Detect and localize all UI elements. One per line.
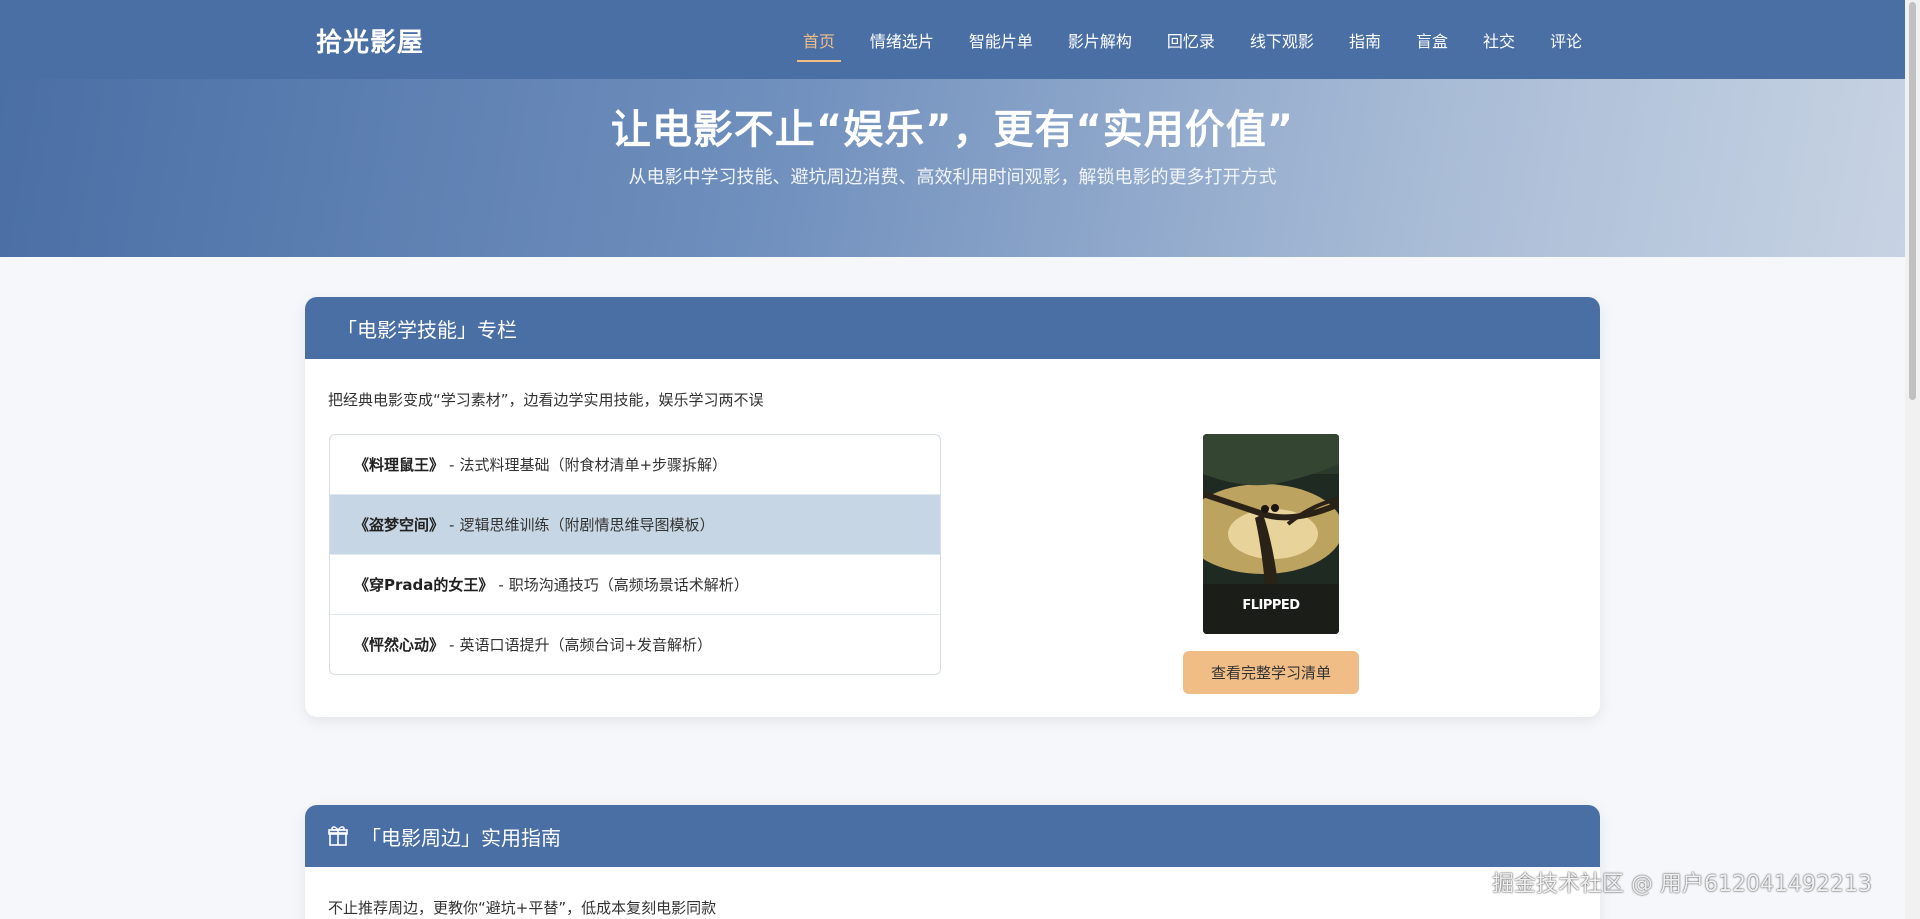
hero-banner: 让电影不止“娱乐”，更有“实用价值” 从电影中学习技能、避坑周边消费、高效利用时… [0, 79, 1905, 257]
skills-movie-list: 《料理鼠王》 - 法式料理基础（附食材清单+步骤拆解） 《盗梦空间》 - 逻辑思… [329, 434, 941, 675]
nav-social[interactable]: 社交 [1483, 28, 1515, 52]
view-study-list-button[interactable]: 查看完整学习清单 [1183, 651, 1359, 694]
nav-blind-box[interactable]: 盲盒 [1416, 28, 1448, 52]
nav-guide[interactable]: 指南 [1349, 28, 1381, 52]
movie-title: 《料理鼠王》 [354, 456, 445, 474]
list-item[interactable]: 《怦然心动》 - 英语口语提升（高频台词+发音解析） [330, 615, 940, 674]
nav-memoir[interactable]: 回忆录 [1167, 28, 1215, 52]
skills-card-description: 把经典电影变成“学习素材”，边看边学实用技能，娱乐学习两不误 [328, 391, 764, 409]
skills-card-header: 「电影学技能」专栏 [305, 297, 1600, 359]
skill-description: 职场沟通技巧（高频场景话术解析） [508, 576, 749, 594]
list-item[interactable]: 《料理鼠王》 - 法式料理基础（附食材清单+步骤拆解） [330, 435, 940, 495]
hero-title: 让电影不止“娱乐”，更有“实用价值” [610, 107, 1295, 153]
nav-home[interactable]: 首页 [796, 28, 841, 62]
movie-title: 《怦然心动》 [354, 636, 445, 654]
movie-title: 《穿Prada的女王》 [354, 576, 494, 594]
nav-smart-list[interactable]: 智能片单 [969, 28, 1033, 52]
page-scrollbar[interactable] [1905, 0, 1920, 919]
separator: - [449, 455, 455, 474]
movie-poster: FLIPPED [1203, 434, 1339, 634]
scrollbar-thumb[interactable] [1909, 2, 1916, 400]
nav-reviews[interactable]: 评论 [1550, 28, 1582, 52]
separator: - [498, 575, 504, 594]
poster-title: FLIPPED [1242, 598, 1300, 613]
separator: - [449, 515, 455, 534]
gift-icon [327, 825, 349, 847]
skills-card: 「电影学技能」专栏 把经典电影变成“学习素材”，边看边学实用技能，娱乐学习两不误… [305, 297, 1600, 717]
skills-card-title: 「电影学技能」专栏 [337, 317, 517, 342]
nav-film-analysis[interactable]: 影片解构 [1068, 28, 1132, 52]
skill-description: 法式料理基础（附食材清单+步骤拆解） [459, 456, 728, 474]
nav-offline-screening[interactable]: 线下观影 [1250, 28, 1314, 52]
top-navbar: 拾光影屋 首页 情绪选片 智能片单 影片解构 回忆录 线下观影 指南 盲盒 社交… [0, 0, 1905, 79]
nav-mood-pick[interactable]: 情绪选片 [870, 28, 934, 52]
merch-card-description: 不止推荐周边，更教你“避坑+平替”，低成本复刻电影同款 [328, 899, 717, 917]
list-item[interactable]: 《盗梦空间》 - 逻辑思维训练（附剧情思维导图模板） [330, 495, 940, 555]
merch-card: 「电影周边」实用指南 不止推荐周边，更教你“避坑+平替”，低成本复刻电影同款 [305, 805, 1600, 919]
movie-title: 《盗梦空间》 [354, 516, 445, 534]
list-item[interactable]: 《穿Prada的女王》 - 职场沟通技巧（高频场景话术解析） [330, 555, 940, 615]
main-nav: 首页 情绪选片 智能片单 影片解构 回忆录 线下观影 指南 盲盒 社交 评论 [768, 0, 1582, 79]
site-logo[interactable]: 拾光影屋 [316, 22, 424, 59]
skill-description: 英语口语提升（高频台词+发音解析） [459, 636, 713, 654]
merch-card-header: 「电影周边」实用指南 [305, 805, 1600, 867]
hero-subtitle: 从电影中学习技能、避坑周边消费、高效利用时间观影，解锁电影的更多打开方式 [628, 167, 1277, 188]
skill-description: 逻辑思维训练（附剧情思维导图模板） [459, 516, 715, 534]
watermark: 掘金技术社区 @ 用户612041492213 [1492, 872, 1872, 897]
merch-card-title: 「电影周边」实用指南 [361, 825, 561, 850]
separator: - [449, 635, 455, 654]
